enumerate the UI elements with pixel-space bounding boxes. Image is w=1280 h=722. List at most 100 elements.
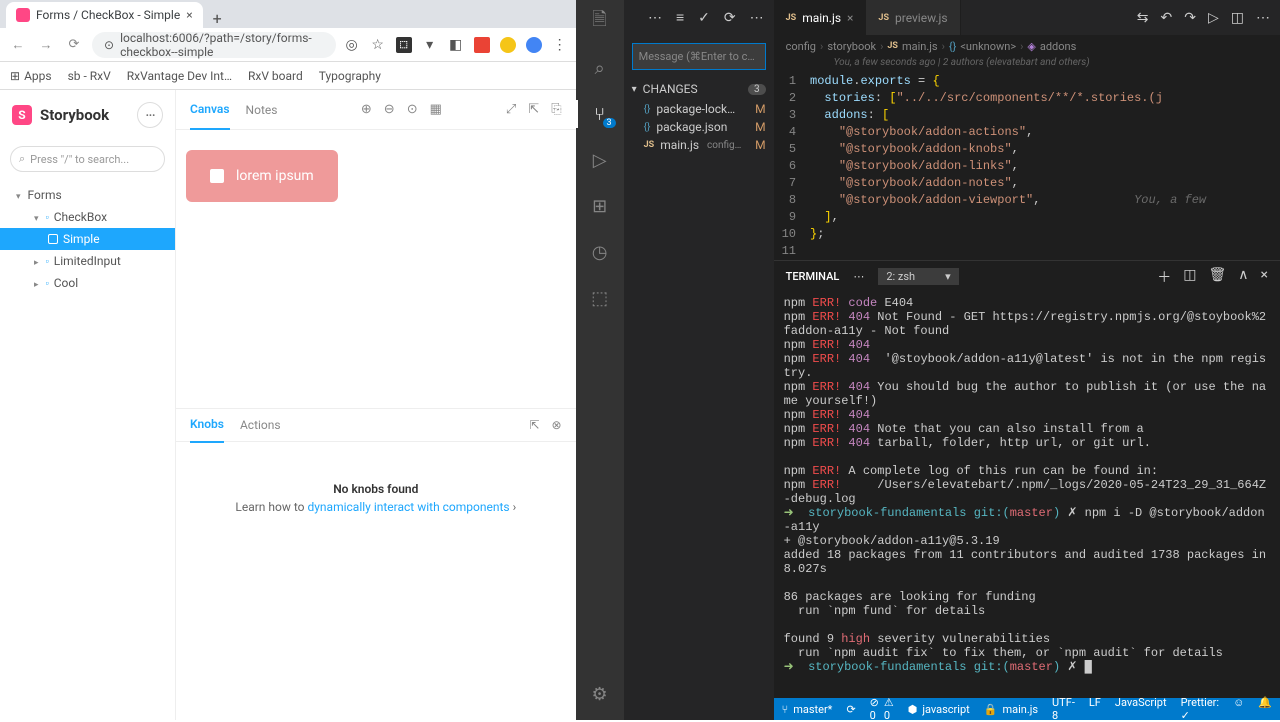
new-tab-button[interactable]: + bbox=[203, 9, 232, 28]
editor-tab-main[interactable]: JSmain.js× bbox=[774, 0, 867, 35]
tab-actions[interactable]: Actions bbox=[240, 408, 281, 442]
extensions-icon[interactable]: ⊞ bbox=[588, 194, 612, 218]
extension-icon[interactable]: ⬚ bbox=[396, 37, 412, 53]
commit-message-input[interactable]: Message (⌘Enter to c… bbox=[632, 43, 766, 70]
tree-story-simple[interactable]: Simple bbox=[0, 228, 175, 250]
open-icon[interactable]: ⇱ bbox=[528, 102, 539, 117]
avatar-icon[interactable] bbox=[526, 37, 542, 53]
site-info-icon[interactable]: ⊙ bbox=[104, 38, 114, 52]
tree-view-icon[interactable]: ≡ bbox=[676, 9, 684, 26]
language-status[interactable]: ⬢javascript bbox=[908, 703, 970, 716]
back-icon[interactable]: ↶ bbox=[1161, 10, 1173, 26]
tree-component-checkbox[interactable]: ▫CheckBox bbox=[0, 206, 175, 228]
file-status[interactable]: 🔒main.js bbox=[984, 703, 1038, 716]
refresh-icon[interactable]: ⟳ bbox=[724, 10, 736, 26]
js-icon: JS bbox=[887, 41, 898, 51]
code-editor[interactable]: 1234567891011 module.exports = { stories… bbox=[774, 73, 1280, 260]
tree-component-limitedinput[interactable]: ▫LimitedInput bbox=[0, 250, 175, 272]
changes-section[interactable]: ▾ CHANGES 3 bbox=[624, 78, 774, 100]
search-icon[interactable]: ⌕ bbox=[588, 56, 612, 80]
tab-canvas[interactable]: Canvas bbox=[190, 90, 230, 130]
close-panel-icon[interactable]: × bbox=[1261, 267, 1268, 287]
code-content[interactable]: module.exports = { stories: ["../../src/… bbox=[810, 73, 1206, 260]
tab-notes[interactable]: Notes bbox=[246, 91, 278, 129]
source-control-icon[interactable]: ⑂3 bbox=[588, 102, 612, 126]
extension-icon[interactable] bbox=[474, 37, 490, 53]
maximize-icon[interactable]: ∧ bbox=[1238, 267, 1248, 287]
story-icon bbox=[48, 234, 58, 244]
reload-button[interactable]: ⟳ bbox=[64, 37, 84, 52]
back-button[interactable]: ← bbox=[8, 37, 28, 53]
checkbox-component[interactable]: lorem ipsum bbox=[186, 150, 338, 202]
debug-icon[interactable]: ▷ bbox=[588, 148, 612, 172]
bookmark-item[interactable]: sb - RxV bbox=[68, 69, 111, 83]
lens-icon[interactable]: ◎ bbox=[344, 37, 360, 53]
commit-icon[interactable]: ✓ bbox=[698, 10, 710, 26]
explorer-icon[interactable]: 🗎 bbox=[588, 10, 612, 34]
eol-status[interactable]: LF bbox=[1089, 696, 1101, 722]
zoom-in-icon[interactable]: ⊕ bbox=[361, 102, 372, 117]
more-icon[interactable]: ⋯ bbox=[1256, 10, 1270, 26]
panel-close-icon[interactable]: ⊗ bbox=[552, 418, 562, 432]
more-icon[interactable]: ⋯ bbox=[853, 270, 864, 283]
no-knobs-heading: No knobs found bbox=[333, 482, 418, 496]
bookmark-item[interactable]: Typography bbox=[319, 69, 381, 83]
language-mode[interactable]: JavaScript bbox=[1115, 696, 1167, 722]
url-bar[interactable]: ⊙ localhost:6006/?path=/story/forms-chec… bbox=[92, 32, 336, 58]
git-branch-status[interactable]: ⑂master* bbox=[782, 703, 833, 716]
star-icon[interactable]: ☆ bbox=[370, 37, 386, 53]
docker-icon[interactable]: ⬚ bbox=[588, 286, 612, 310]
storybook-logo[interactable]: S Storybook ··· bbox=[0, 90, 175, 140]
browser-tab[interactable]: Forms / CheckBox - Simple × bbox=[6, 2, 203, 28]
run-icon[interactable]: ▷ bbox=[1208, 10, 1219, 26]
changed-file[interactable]: {}package.jsonM bbox=[624, 118, 774, 136]
grid-icon[interactable]: ▦ bbox=[430, 102, 442, 117]
extension-icon[interactable]: ◧ bbox=[448, 37, 464, 53]
changed-file[interactable]: JSmain.jsconfig…M bbox=[624, 136, 774, 154]
extension-icon[interactable]: ▾ bbox=[422, 37, 438, 53]
menu-icon[interactable]: ⋮ bbox=[552, 37, 568, 53]
panel-eject-icon[interactable]: ⇱ bbox=[529, 418, 539, 432]
copy-icon[interactable]: ⎘ bbox=[551, 102, 561, 117]
split-icon[interactable]: ◫ bbox=[1231, 10, 1244, 26]
encoding-status[interactable]: UTF-8 bbox=[1052, 696, 1075, 722]
bookmark-item[interactable]: RxV board bbox=[248, 69, 303, 83]
tree-component-cool[interactable]: ▫Cool bbox=[0, 272, 175, 294]
bookmark-item[interactable]: RxVantage Dev Int… bbox=[127, 69, 232, 83]
zoom-out-icon[interactable]: ⊖ bbox=[384, 102, 395, 117]
search-input[interactable]: ⌕ Press "/" to search... bbox=[10, 146, 165, 172]
scm-menu-icon[interactable]: ⋯ bbox=[648, 10, 662, 26]
prettier-status[interactable]: Prettier: ✓ bbox=[1181, 696, 1220, 722]
checkbox-input[interactable] bbox=[210, 169, 224, 183]
settings-icon[interactable]: ⚙ bbox=[588, 682, 612, 706]
fullscreen-icon[interactable]: ⤢ bbox=[506, 102, 516, 117]
apps-button[interactable]: ⊞Apps bbox=[10, 69, 52, 83]
extension-icon[interactable] bbox=[500, 37, 516, 53]
tab-knobs[interactable]: Knobs bbox=[190, 407, 224, 443]
terminal-tab[interactable]: TERMINAL bbox=[786, 270, 840, 283]
zoom-reset-icon[interactable]: ⊙ bbox=[407, 102, 418, 117]
close-tab-icon[interactable]: × bbox=[186, 8, 192, 22]
terminal[interactable]: npm ERR! code E404 npm ERR! 404 Not Foun… bbox=[774, 292, 1280, 698]
forward-icon[interactable]: ↷ bbox=[1184, 10, 1196, 26]
tree-folder-forms[interactable]: Forms bbox=[0, 184, 175, 206]
editor-tab-preview[interactable]: JSpreview.js bbox=[866, 0, 960, 35]
problems-status[interactable]: ⊘ 0⚠ 0 bbox=[870, 696, 894, 722]
new-terminal-icon[interactable]: ＋ bbox=[1157, 267, 1171, 287]
close-icon[interactable]: × bbox=[847, 11, 853, 25]
forward-button[interactable]: → bbox=[36, 37, 56, 53]
compare-icon[interactable]: ⇆ bbox=[1137, 10, 1149, 26]
breadcrumb[interactable]: config› storybook› JSmain.js› {}<unknown… bbox=[774, 35, 1280, 57]
changed-file[interactable]: {}package-lock…M bbox=[624, 100, 774, 118]
more-icon[interactable]: ⋯ bbox=[750, 10, 764, 26]
js-icon: ⬢ bbox=[908, 703, 918, 716]
notifications-icon[interactable]: 🔔 bbox=[1258, 696, 1272, 722]
knobs-doc-link[interactable]: dynamically interact with components bbox=[307, 500, 509, 514]
kill-terminal-icon[interactable]: 🗑 bbox=[1208, 267, 1226, 287]
split-terminal-icon[interactable]: ◫ bbox=[1183, 267, 1196, 287]
feedback-icon[interactable]: ☺ bbox=[1233, 696, 1244, 722]
menu-button[interactable]: ··· bbox=[137, 102, 163, 128]
sync-status[interactable]: ⟳ bbox=[846, 703, 855, 716]
remote-icon[interactable]: ◷ bbox=[588, 240, 612, 264]
terminal-selector[interactable]: 2: zsh▾ bbox=[878, 268, 958, 285]
